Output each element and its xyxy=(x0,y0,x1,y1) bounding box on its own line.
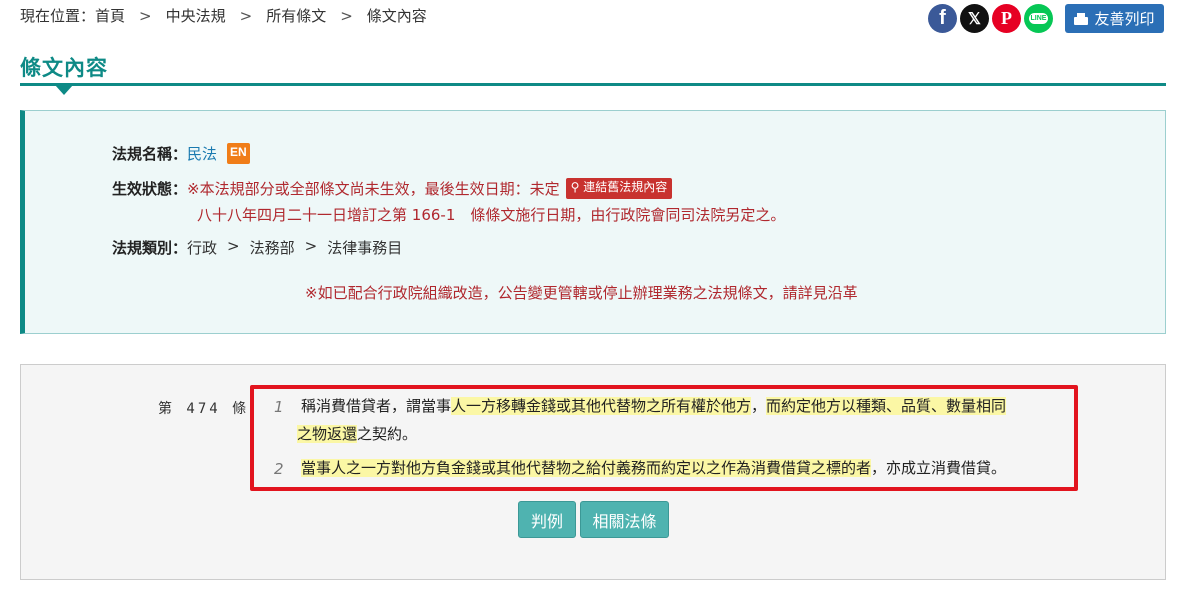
english-version-badge[interactable]: EN xyxy=(227,143,250,164)
status-row: 生效狀態： ※本法規部分或全部條文尚未生效，最後生效日期：未定 ⚲ 連結舊法規內… xyxy=(112,178,673,199)
pinterest-icon[interactable]: P xyxy=(992,4,1021,33)
category-separator: > xyxy=(227,237,240,255)
breadcrumb: 現在位置： 首頁 > 中央法規 > 所有條文 > 條文內容 xyxy=(20,5,427,26)
category-row: 法規類別： 行政 > 法務部 > 法律事務目 xyxy=(112,237,402,258)
paragraph-text: 稱消費借貸者，謂當事 xyxy=(301,397,452,415)
article-paragraph-1-line-2: 之物返還之契約。 xyxy=(297,420,417,448)
share-toolbar: f 𝕏 P LINE 友善列印 xyxy=(928,4,1164,33)
article-number: 第 474 條 xyxy=(158,401,250,417)
highlighted-text: 人一方移轉金錢或其他代替物之所有權於他方 xyxy=(451,397,752,415)
law-name-link[interactable]: 民法 xyxy=(187,143,217,164)
x-icon[interactable]: 𝕏 xyxy=(960,4,989,33)
status-label: 生效狀態： xyxy=(112,180,188,198)
highlighted-text: 之物返還 xyxy=(297,425,358,443)
highlighted-text: 當事人之一方對他方負金錢或其他代替物之給付義務而約定以之作為消費借貸之標的者 xyxy=(301,459,872,477)
category-label: 法規類別： xyxy=(112,239,188,257)
paragraph-text: ， xyxy=(751,397,767,415)
old-law-link-label: 連結舊法規內容 xyxy=(583,180,668,194)
paragraph-text: ，亦成立消費借貸。 xyxy=(871,459,1007,477)
article-paragraph-2: 當事人之一方對他方負金錢或其他代替物之給付義務而約定以之作為消費借貸之標的者，亦… xyxy=(301,454,1006,482)
status-text: ※本法規部分或全部條文尚未生效，最後生效日期：未定 xyxy=(187,180,560,198)
article-actions: 判例 相關法條 xyxy=(518,501,673,538)
print-button[interactable]: 友善列印 xyxy=(1065,4,1164,33)
line-icon-label: LINE xyxy=(1028,13,1049,24)
breadcrumb-all-articles[interactable]: 所有條文 xyxy=(266,5,326,26)
paragraph-text: 之契約。 xyxy=(357,425,418,443)
law-info-panel: 法規名稱： 民法 EN 生效狀態： ※本法規部分或全部條文尚未生效，最後生效日期… xyxy=(20,110,1166,334)
printer-icon xyxy=(1074,12,1089,25)
breadcrumb-separator: > xyxy=(239,6,253,25)
article-paragraph-1: 稱消費借貸者，謂當事人一方移轉金錢或其他代替物之所有權於他方，而約定他方以種類、… xyxy=(301,392,1007,420)
breadcrumb-central-laws[interactable]: 中央法規 xyxy=(166,5,226,26)
facebook-icon[interactable]: f xyxy=(928,4,957,33)
category-item: 行政 xyxy=(187,239,218,257)
title-divider-arrow xyxy=(55,85,73,95)
law-name-row: 法規名稱： 民法 EN xyxy=(112,143,250,164)
old-law-link-button[interactable]: ⚲ 連結舊法規內容 xyxy=(565,178,673,199)
category-item: 法務部 xyxy=(249,239,295,257)
breadcrumb-prefix: 現在位置： xyxy=(20,7,96,25)
line-icon[interactable]: LINE xyxy=(1024,4,1053,33)
breadcrumb-current: 條文內容 xyxy=(366,7,427,25)
paragraph-number: 1 xyxy=(274,398,284,416)
title-divider xyxy=(20,83,1166,86)
status-text-detail: 八十八年四月二十一日增訂之第 166-1 條條文施行日期，由行政院會同司法院另定… xyxy=(197,206,786,224)
reorganization-notice: ※如已配合行政院組織改造，公告變更管轄或停止辦理業務之法規條文，請詳見沿革 xyxy=(305,284,858,302)
page-title: 條文內容 xyxy=(20,56,108,80)
highlighted-text: 而約定他方以種類、品質、數量相同 xyxy=(766,397,1007,415)
related-articles-button[interactable]: 相關法條 xyxy=(580,501,669,538)
article-panel: 第 474 條 1 稱消費借貸者，謂當事人一方移轉金錢或其他代替物之所有權於他方… xyxy=(20,364,1166,580)
judgment-button[interactable]: 判例 xyxy=(518,501,576,538)
breadcrumb-home[interactable]: 首頁 xyxy=(95,5,125,26)
law-name-label: 法規名稱： xyxy=(112,145,188,163)
breadcrumb-separator: > xyxy=(340,6,353,25)
category-separator: > xyxy=(304,237,318,255)
category-item: 法律事務目 xyxy=(327,239,403,257)
print-button-label: 友善列印 xyxy=(1094,10,1155,28)
paragraph-number: 2 xyxy=(274,460,284,478)
breadcrumb-separator: > xyxy=(139,6,152,25)
